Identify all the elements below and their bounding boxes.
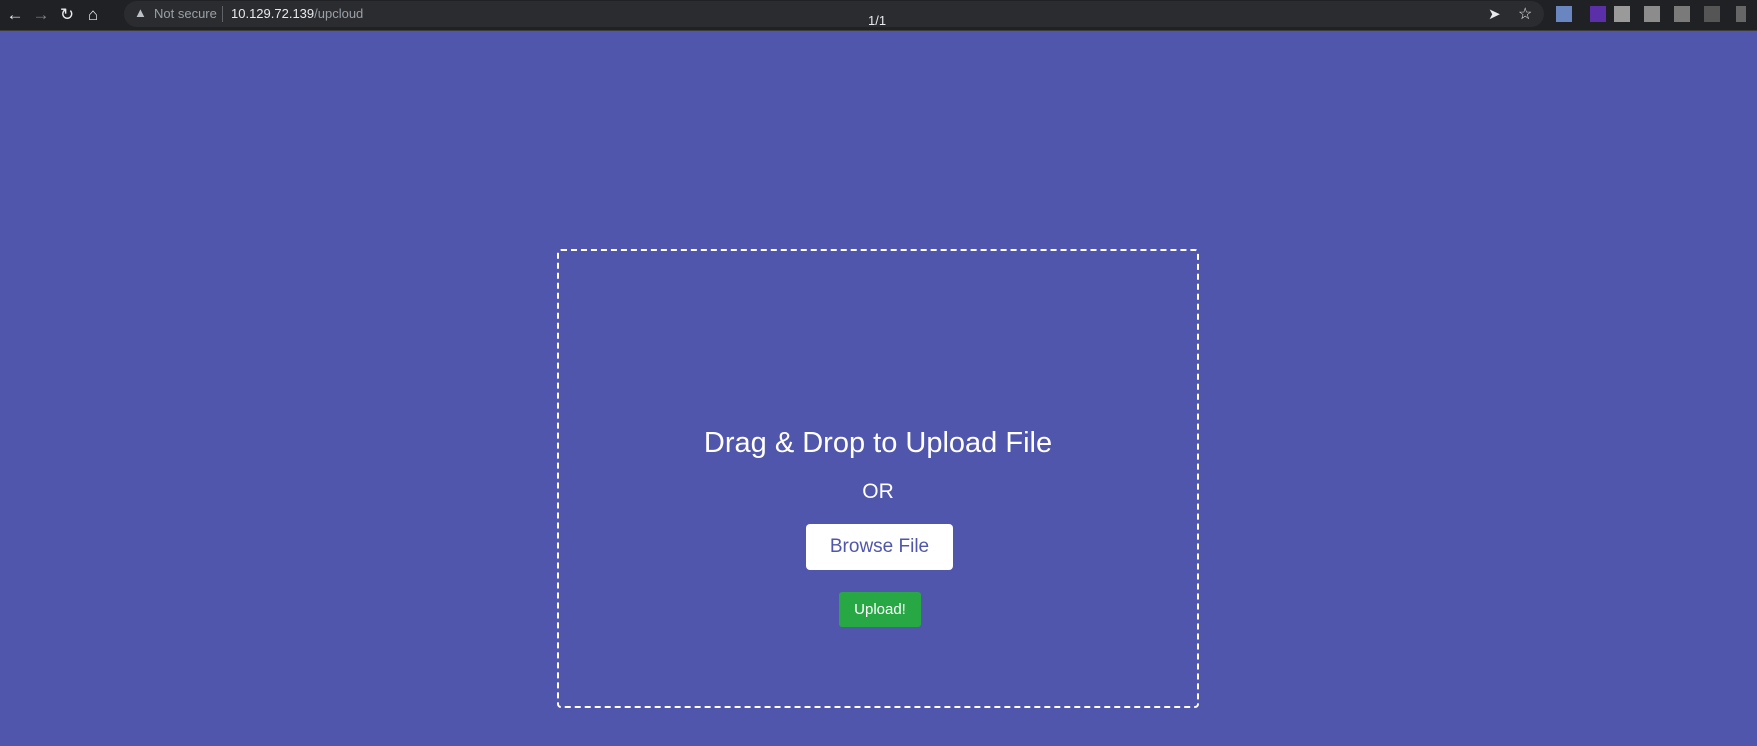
menu-icon[interactable] [1736, 6, 1746, 22]
extension-icon[interactable] [1704, 6, 1720, 22]
url-path: /upcloud [314, 6, 364, 21]
browse-file-button[interactable]: Browse File [806, 524, 953, 570]
drop-zone[interactable]: Drag & Drop to Upload File OR Browse Fil… [557, 249, 1199, 708]
security-label[interactable]: Not secure [154, 6, 217, 21]
reload-icon[interactable]: ↻ [56, 4, 78, 26]
find-counter: 1/1 [868, 13, 887, 28]
drop-title: Drag & Drop to Upload File [703, 427, 1053, 459]
upload-button[interactable]: Upload! [839, 592, 921, 627]
warning-icon: ▲ [134, 5, 147, 20]
back-icon[interactable]: ← [4, 4, 26, 26]
url-host: 10.129.72.139 [231, 6, 315, 21]
extension-icon[interactable] [1644, 6, 1660, 22]
forward-icon[interactable]: → [30, 4, 52, 26]
extension-icon[interactable] [1556, 6, 1572, 22]
browser-toolbar: ← → ↻ ⌂ ▲ Not secure 10.129.72.139/upclo… [0, 0, 1757, 31]
extension-icon[interactable] [1614, 6, 1630, 22]
divider [222, 6, 223, 22]
star-icon[interactable]: ☆ [1518, 4, 1532, 24]
extension-icon[interactable] [1590, 6, 1606, 22]
home-icon[interactable]: ⌂ [82, 4, 104, 26]
extension-icon[interactable] [1674, 6, 1690, 22]
or-label: OR [862, 480, 894, 503]
address-bar[interactable]: ▲ Not secure 10.129.72.139/upcloud ➤ ☆ [124, 1, 1544, 27]
send-icon[interactable]: ➤ [1488, 5, 1501, 23]
url-text[interactable]: 10.129.72.139/upcloud [231, 6, 363, 21]
